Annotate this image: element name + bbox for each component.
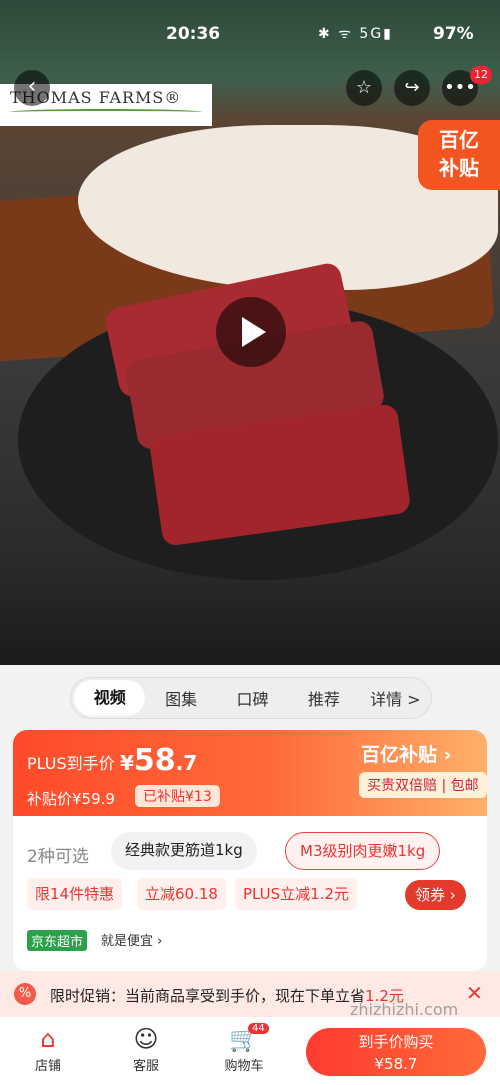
- battery-level: 97%: [433, 24, 474, 44]
- shop-icon: ⌂: [40, 1025, 56, 1053]
- product-media[interactable]: 20:36 ✱ ᯤ 5G▮ 97% THOMAS FARMS® ‹ ☆ ↪ ••…: [0, 0, 500, 665]
- shop-label: 店铺: [34, 1059, 61, 1074]
- promo-limit: 限14件特惠: [27, 878, 123, 910]
- discount-icon: %: [14, 983, 36, 1005]
- cart-count-badge: 44: [248, 1023, 269, 1034]
- store-slogan[interactable]: 就是便宜 ›: [101, 930, 162, 949]
- price-decimal: .7: [175, 751, 198, 775]
- option-m3[interactable]: M3级别肉更嫩1kg: [285, 832, 441, 870]
- promo-plus: PLUS立减1.2元: [235, 878, 358, 910]
- message-count-badge: 12: [470, 66, 492, 84]
- subsidy-tag-line2: 补贴: [439, 156, 479, 180]
- promo-discount: 立减60.18: [137, 878, 226, 910]
- plus-price-label: PLUS到手价: [27, 754, 115, 773]
- buy-button-label: 到手价购买: [358, 1033, 434, 1051]
- option-classic[interactable]: 经典款更筋道1kg: [111, 832, 257, 870]
- final-price: ¥58.7: [120, 743, 197, 778]
- signal-icon: ✱ ᯤ 5G▮: [318, 26, 393, 42]
- tab-recommend[interactable]: 推荐: [288, 686, 359, 710]
- tab-video[interactable]: 视频: [74, 680, 146, 716]
- subsidy-brand-link[interactable]: 百亿补贴 ›: [361, 740, 451, 767]
- subsidy-tag-line1: 百亿: [439, 128, 479, 152]
- status-bar: 20:36 ✱ ᯤ 5G▮ 97%: [0, 0, 500, 64]
- price-integer: 58: [133, 743, 176, 778]
- tab-details[interactable]: 详情 >: [360, 686, 431, 710]
- tab-reviews[interactable]: 口碑: [217, 686, 288, 710]
- subsidy-price: 补贴价¥59.9: [27, 790, 115, 808]
- get-coupon-button[interactable]: 领券 ›: [405, 880, 466, 910]
- cart-label: 购物车: [224, 1059, 264, 1074]
- service-label: 客服: [132, 1059, 159, 1074]
- store-badge[interactable]: 京东超市: [27, 930, 88, 951]
- service-button[interactable]: ☺ 客服: [116, 1025, 176, 1074]
- service-icon: ☺: [133, 1025, 159, 1053]
- play-icon[interactable]: [216, 297, 286, 367]
- close-icon[interactable]: ✕: [466, 981, 483, 1005]
- currency-symbol: ¥: [120, 751, 134, 775]
- share-icon[interactable]: ↪: [394, 70, 430, 106]
- options-card: 2种可选 经典款更筋道1kg M3级别肉更嫩1kg 限14件特惠 立减60.18…: [13, 816, 487, 971]
- shop-button[interactable]: ⌂ 店铺: [18, 1025, 78, 1074]
- tab-gallery[interactable]: 图集: [145, 686, 216, 710]
- status-time: 20:36: [166, 24, 221, 44]
- cart-button[interactable]: 🛒 44 购物车: [214, 1023, 274, 1074]
- notice-message: 限时促销：当前商品享受到手价，现在下单立省: [50, 987, 366, 1005]
- back-arrow-icon[interactable]: ‹: [14, 70, 50, 106]
- guarantee-tag: 买贵双倍赔 | 包邮: [359, 772, 487, 798]
- watermark: zhizhizhi.com: [350, 1000, 459, 1019]
- section-tabs: 视频 图集 口碑 推荐 详情 >: [70, 677, 432, 719]
- options-count: 2种可选: [27, 847, 89, 867]
- price-card: PLUS到手价 ¥58.7 补贴价¥59.9 已补贴¥13 百亿补贴 › 买贵双…: [13, 730, 487, 816]
- buy-button-price: ¥58.7: [374, 1055, 418, 1073]
- subsidy-tag: 百亿 补贴: [418, 120, 500, 190]
- buy-button[interactable]: 到手价购买 ¥58.7: [306, 1028, 486, 1076]
- subsidy-amount-badge: 已补贴¥13: [135, 785, 220, 807]
- star-icon[interactable]: ☆: [346, 70, 382, 106]
- logo-swoosh: [10, 109, 202, 115]
